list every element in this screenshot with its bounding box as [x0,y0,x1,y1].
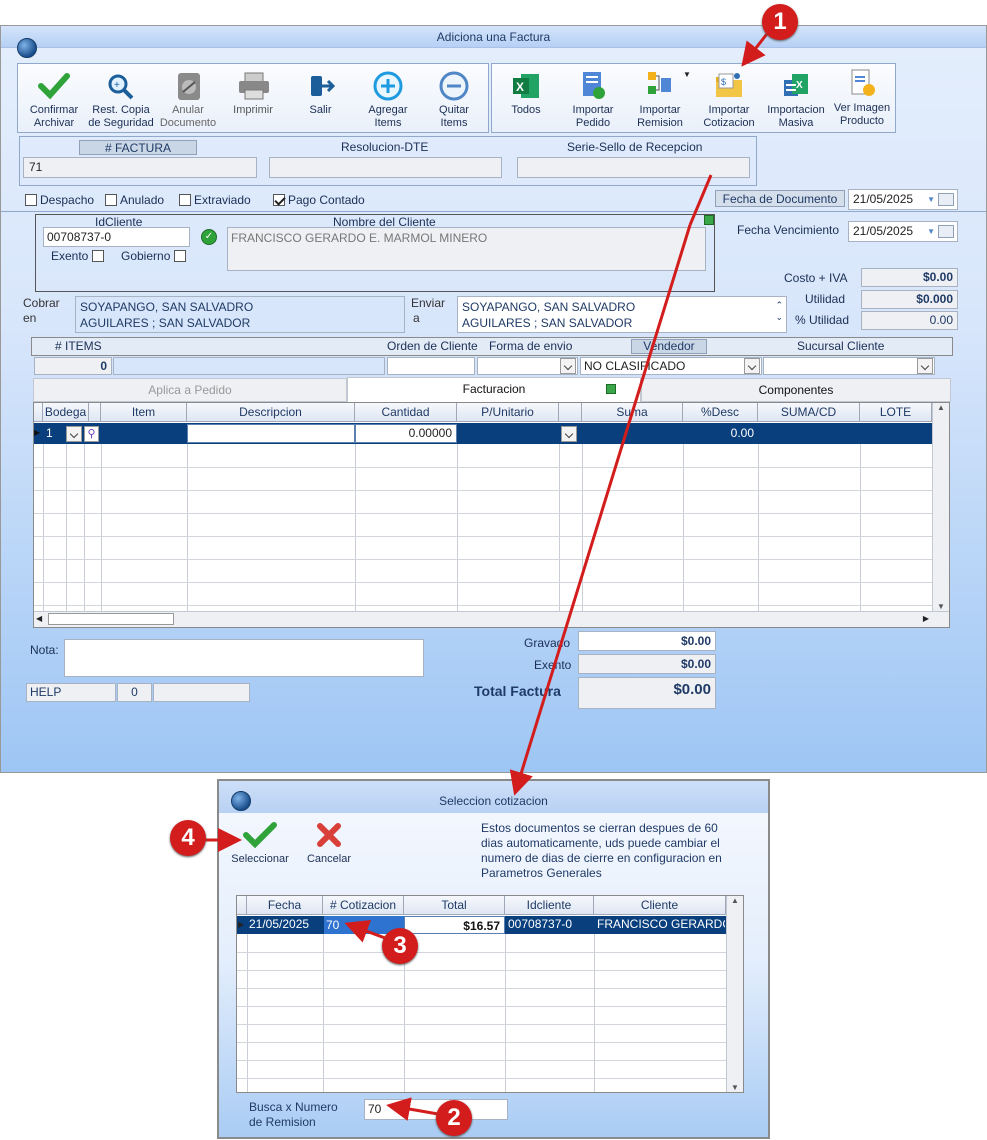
callout-1: 1 [762,4,798,40]
callout-4: 4 [170,820,206,856]
callout-3: 3 [382,928,418,964]
callout-2: 2 [436,1100,472,1136]
annotation-arrows [205,29,772,1121]
